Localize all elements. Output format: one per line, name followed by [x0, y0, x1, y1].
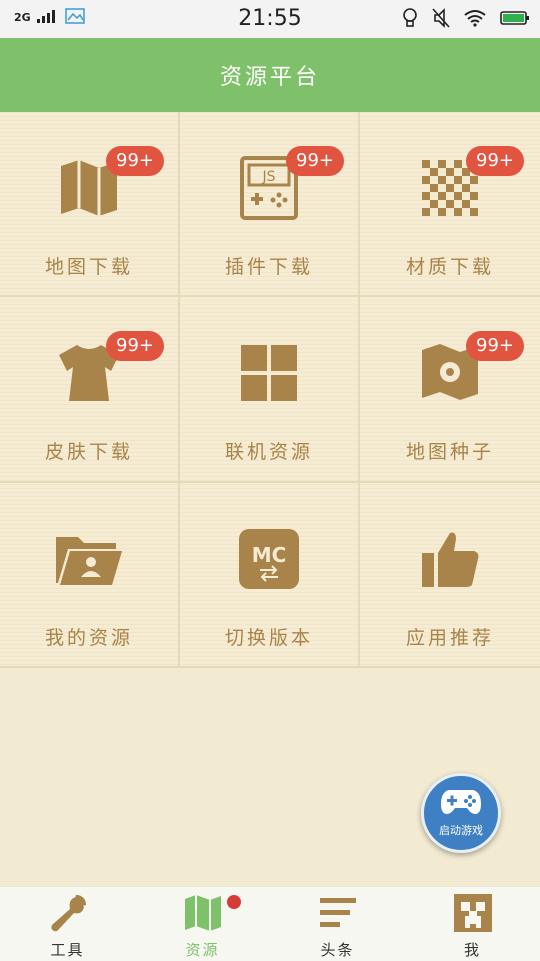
- page-title: 资源平台: [219, 65, 320, 90]
- svg-text:JS: JS: [261, 169, 275, 185]
- wifi-icon: [464, 9, 486, 31]
- app-header: 资源平台: [0, 38, 540, 112]
- tile-label: 切换版本: [224, 627, 313, 649]
- count-badge: 99+: [466, 331, 524, 361]
- launch-game-button[interactable]: 启动游戏: [421, 773, 501, 853]
- mute-icon: [432, 8, 450, 32]
- tab-tools[interactable]: 工具: [0, 887, 135, 961]
- headlines-icon: [318, 893, 358, 933]
- tile-multiplayer-resources[interactable]: 联机资源: [180, 297, 360, 483]
- count-badge: 99+: [106, 146, 164, 176]
- bottom-tab-bar: 工具 资源 头条 我: [0, 886, 540, 961]
- wrench-icon: [48, 893, 88, 933]
- count-badge: 99+: [286, 146, 344, 176]
- tile-map-seeds[interactable]: 99+ 地图种子: [360, 297, 540, 483]
- tab-resources[interactable]: 资源: [135, 887, 270, 961]
- tab-label: 我: [463, 941, 481, 959]
- tile-label: 材质下载: [405, 256, 494, 278]
- count-badge: 99+: [466, 146, 524, 176]
- status-right: [402, 8, 530, 32]
- thumbs-up-icon: [414, 527, 486, 591]
- battery-icon: [500, 10, 530, 30]
- map-icon: [183, 893, 223, 933]
- tab-label: 头条: [320, 941, 355, 959]
- launch-game-label: 启动游戏: [439, 824, 483, 837]
- tile-label: 地图种子: [405, 441, 494, 463]
- creeper-icon: [453, 893, 492, 933]
- tile-label: 应用推荐: [405, 627, 494, 649]
- folder-user-icon: [53, 527, 125, 591]
- tile-label: 我的资源: [44, 627, 133, 649]
- tile-switch-version[interactable]: MC 切换版本: [180, 483, 360, 668]
- tile-label: 地图下载: [44, 256, 133, 278]
- resource-grid: 99+ 地图下载 JS 99+ 插件下载 99+ 材质下载 99+ 皮肤下载 联…: [0, 112, 540, 668]
- tab-me[interactable]: 我: [405, 887, 540, 961]
- tile-app-recommendations[interactable]: 应用推荐: [360, 483, 540, 668]
- bulb-icon: [402, 8, 418, 32]
- svg-text:MC: MC: [252, 543, 287, 567]
- tile-plugin-download[interactable]: JS 99+ 插件下载: [180, 112, 360, 297]
- mc-switch-icon: MC: [233, 527, 305, 591]
- tile-label: 皮肤下载: [44, 441, 133, 463]
- tile-my-resources[interactable]: 我的资源: [0, 483, 180, 668]
- tile-texture-download[interactable]: 99+ 材质下载: [360, 112, 540, 297]
- tile-skin-download[interactable]: 99+ 皮肤下载: [0, 297, 180, 483]
- notification-dot: [227, 895, 241, 909]
- gamepad-icon: [439, 788, 483, 820]
- tab-headlines[interactable]: 头条: [270, 887, 405, 961]
- tab-label: 资源: [185, 941, 220, 959]
- four-squares-icon: [233, 341, 305, 405]
- status-bar: 2G 21:55: [0, 0, 540, 38]
- tile-label: 插件下载: [224, 256, 313, 278]
- tile-label: 联机资源: [224, 441, 313, 463]
- tab-label: 工具: [50, 941, 85, 959]
- tile-map-download[interactable]: 99+ 地图下载: [0, 112, 180, 297]
- count-badge: 99+: [106, 331, 164, 361]
